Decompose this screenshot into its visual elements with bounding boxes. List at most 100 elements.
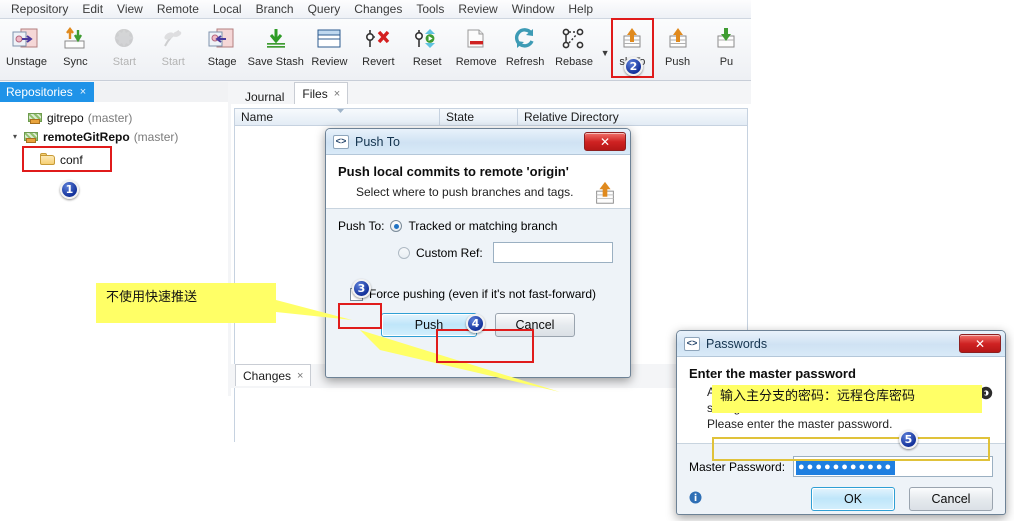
tree-item-gitrepo[interactable]: gitrepo (master): [6, 108, 228, 127]
toolbar-button-sync[interactable]: Sync: [51, 19, 100, 77]
force-push-row: ✓ Force pushing (even if it's not fast-f…: [350, 287, 618, 301]
toolbar-button-revert[interactable]: Revert: [354, 19, 403, 77]
sync-icon: [58, 24, 92, 54]
menu-item-local[interactable]: Local: [206, 0, 249, 18]
toolbar-button-start-branch[interactable]: Start: [149, 19, 198, 77]
tab-changes-label: Changes: [243, 368, 292, 383]
force-push-label: Force pushing (even if it's not fast-for…: [369, 287, 597, 301]
callout-master-password-note: 输入主分支的密码：远程仓库密码: [712, 385, 982, 413]
annotation-badge-3: 3: [352, 279, 371, 298]
menu-item-help[interactable]: Help: [561, 0, 600, 18]
toolbar-label: Stage: [207, 56, 237, 68]
menu-item-repository[interactable]: Repository: [4, 0, 75, 18]
toolbar-label: Review: [311, 56, 348, 68]
toolbar-label: Start: [161, 56, 185, 68]
tab-repositories[interactable]: Repositories ×: [0, 82, 95, 102]
tab-journal-label: Journal: [245, 90, 285, 104]
menu-item-branch[interactable]: Branch: [249, 0, 301, 18]
master-password-label: Master Password:: [689, 459, 786, 474]
toolbar-button-unstage[interactable]: Unstage: [2, 19, 51, 77]
close-icon[interactable]: ×: [297, 370, 303, 382]
tab-journal[interactable]: Journal: [235, 90, 294, 104]
ok-button[interactable]: OK: [811, 487, 895, 511]
toolbar-button-stage[interactable]: Stage: [198, 19, 247, 77]
tab-files[interactable]: Files ×: [294, 82, 349, 104]
tab-files-label: Files: [302, 86, 328, 101]
toolbar-label: Start: [112, 56, 136, 68]
column-header-name[interactable]: Name: [235, 109, 440, 125]
close-icon[interactable]: ×: [80, 86, 86, 98]
passwords-dialog: <> Passwords ✕ Enter the master password…: [676, 330, 1006, 515]
push-to-dialog-subtext: Select where to push branches and tags.: [356, 185, 574, 199]
close-icon[interactable]: ×: [334, 88, 340, 100]
toolbar-label: Unstage: [5, 56, 47, 68]
toolbar-button-refresh[interactable]: Refresh: [501, 19, 550, 77]
toolbar-overflow-caret[interactable]: ▼: [598, 19, 611, 77]
toolbar-button-rebase[interactable]: Rebase: [550, 19, 599, 77]
annotation-badge-1: 1: [60, 180, 79, 199]
menu-item-view[interactable]: View: [110, 0, 150, 18]
toolbar-button-review[interactable]: Review: [305, 19, 354, 77]
repository-icon: [28, 111, 43, 125]
revert-icon: [361, 24, 395, 54]
repositories-panel: Repositories × gitrepo (master) ▾ remote…: [0, 82, 228, 396]
menu-item-window[interactable]: Window: [505, 0, 562, 18]
unstage-icon: [9, 24, 43, 54]
radio-custom-ref-label: Custom Ref:: [416, 245, 483, 260]
start-branch-icon: [156, 24, 190, 54]
menu-item-edit[interactable]: Edit: [75, 0, 110, 18]
toolbar-button-start-merge[interactable]: Start: [100, 19, 149, 77]
repositories-tabstrip: Repositories ×: [0, 82, 228, 102]
push-to-icon: [615, 24, 649, 54]
info-icon[interactable]: [689, 491, 702, 507]
highlight-push-button: [436, 329, 534, 363]
column-header-state[interactable]: State: [440, 109, 518, 125]
save-stash-icon: [259, 24, 293, 54]
menu-item-review[interactable]: Review: [451, 0, 504, 18]
code-icon: <>: [684, 336, 700, 351]
toolbar-button-push[interactable]: Push: [653, 19, 702, 77]
toolbar-button-remove[interactable]: Remove: [452, 19, 501, 77]
toolbar-button-pull[interactable]: Pu: [702, 19, 751, 77]
menu-item-query[interactable]: Query: [301, 0, 348, 18]
passwords-dialog-heading: Enter the master password: [689, 366, 856, 381]
files-tabstrip: Journal Files ×: [231, 82, 751, 104]
remove-icon: [459, 24, 493, 54]
push-to-banner-icon: [592, 179, 618, 210]
toolbar-label: Push: [664, 56, 691, 68]
passwords-dialog-subtext-2: Please enter the master password.: [707, 417, 893, 431]
tab-changes[interactable]: Changes ×: [235, 364, 312, 386]
code-icon: <>: [333, 134, 349, 149]
review-icon: [312, 24, 346, 54]
close-button[interactable]: ✕: [584, 132, 626, 151]
passwords-dialog-title: Passwords: [706, 336, 768, 351]
custom-ref-row: Custom Ref:: [398, 242, 618, 263]
repository-icon: [24, 130, 39, 144]
radio-tracked-branch-label: Tracked or matching branch: [408, 219, 558, 233]
custom-ref-input[interactable]: [492, 242, 613, 263]
push-to-dialog-titlebar[interactable]: <> Push To ✕: [326, 129, 630, 155]
push-to-dialog-title: Push To: [355, 134, 400, 149]
annotation-badge-2: 2: [624, 57, 643, 76]
stage-icon: [205, 24, 239, 54]
toolbar-button-reset[interactable]: Reset: [403, 19, 452, 77]
pull-icon: [709, 24, 743, 54]
cancel-button[interactable]: Cancel: [909, 487, 993, 511]
push-to-dialog-banner: Push local commits to remote 'origin' Se…: [326, 155, 630, 209]
passwords-dialog-titlebar[interactable]: <> Passwords ✕: [677, 331, 1005, 357]
tree-item-branch: (master): [133, 129, 179, 144]
menu-item-remote[interactable]: Remote: [150, 0, 206, 18]
chevron-down-icon[interactable]: ▾: [10, 132, 20, 141]
radio-custom-ref[interactable]: [398, 246, 410, 259]
menu-item-changes[interactable]: Changes: [347, 0, 409, 18]
radio-tracked-branch[interactable]: [390, 220, 403, 232]
start-merge-icon: [107, 24, 141, 54]
tree-item-branch: (master): [87, 110, 133, 125]
callout-no-fast-push: 不使用快速推送: [96, 283, 276, 323]
menu-item-tools[interactable]: Tools: [409, 0, 451, 18]
column-header-relative-directory[interactable]: Relative Directory: [518, 109, 747, 125]
tree-item-remotegitrepo[interactable]: ▾ remoteGitRepo (master): [6, 127, 228, 146]
toolbar-button-save-stash[interactable]: Save Stash: [247, 19, 305, 77]
close-button[interactable]: ✕: [959, 334, 1001, 353]
sort-ascending-icon: [337, 109, 344, 113]
